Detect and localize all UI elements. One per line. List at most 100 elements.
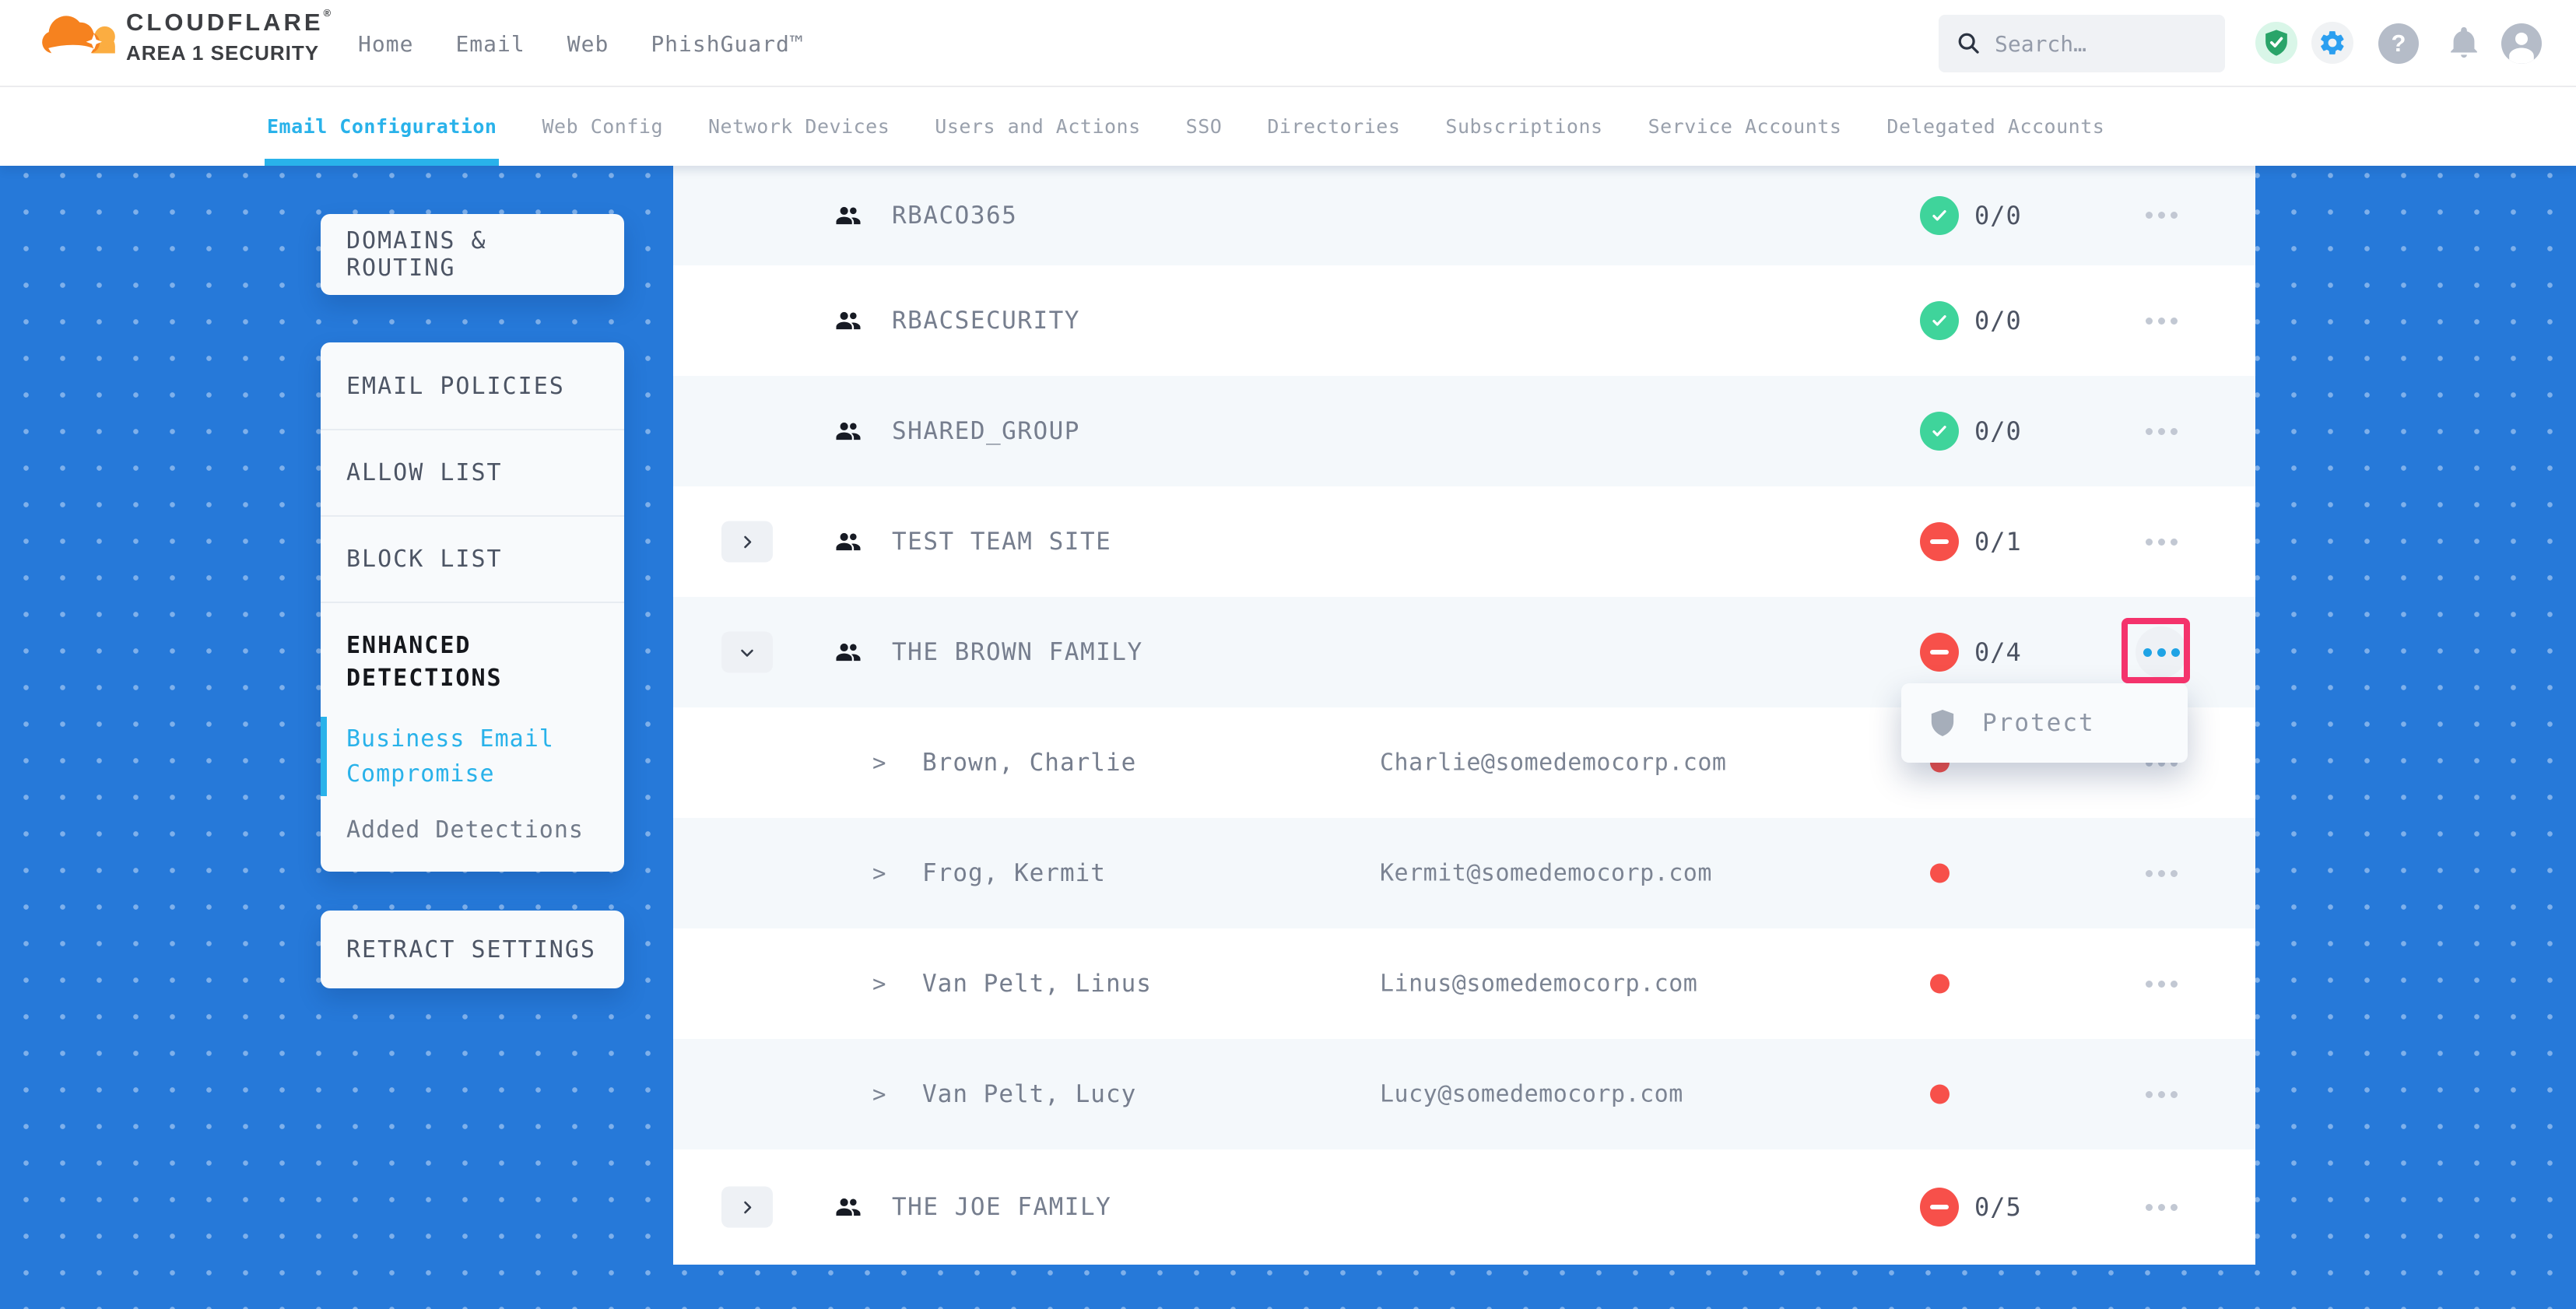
tab-service-accounts[interactable]: Service Accounts [1648,87,1842,166]
top-nav: Home Email Web PhishGuard™ [358,0,804,87]
protect-menu-item[interactable]: Protect [1901,683,2188,763]
status-unprotected-icon [1920,522,1959,561]
user-name: Brown, Charlie [922,749,1136,777]
status-protected-icon [1920,301,1959,340]
search-icon [1956,30,1982,57]
search-box[interactable] [1939,15,2225,72]
table-row-test-team-site: TEST TEAM SITE0/1 [673,486,2255,597]
table-row-van-pelt-linus: > Van Pelt, Linus Linus@somedemocorp.com [673,928,2255,1039]
sidebar-item-allow-list[interactable]: ALLOW LIST [321,430,624,515]
expand-button[interactable] [721,521,773,563]
brand-title: CLOUDFLARE® [126,6,331,39]
row-menu-button[interactable] [2136,295,2187,346]
row-menu-button[interactable] [2136,958,2187,1009]
row-menu-button[interactable] [2136,1181,2187,1233]
sidebar-item-enhanced-detections: ENHANCED DETECTIONS [321,603,624,695]
protected-count: 0/0 [1974,416,2022,446]
status-alert-dot [1930,864,1950,883]
group-name: SHARED_GROUP [892,417,1080,445]
sidebar-item-block-list[interactable]: BLOCK LIST [321,517,624,602]
brand-text: CLOUDFLARE® AREA 1 SECURITY [126,6,331,65]
table-row-van-pelt-lucy: > Van Pelt, Lucy Lucy@somedemocorp.com [673,1039,2255,1149]
row-menu-button[interactable] [2136,190,2187,241]
group-name: THE JOE FAMILY [892,1193,1111,1221]
help-icon[interactable]: ? [2378,23,2419,64]
tab-subscriptions[interactable]: Subscriptions [1445,87,1602,166]
row-menu-button[interactable] [2136,848,2187,899]
top-nav-home[interactable]: Home [358,31,413,57]
user-email: Lucy@somedemocorp.com [1380,1081,1683,1108]
row-menu-button[interactable] [2136,626,2187,678]
sidebar-card-retract: RETRACT SETTINGS [321,911,624,988]
table-row-frog-kermit: > Frog, Kermit Kermit@somedemocorp.com [673,818,2255,928]
group-icon [834,529,863,554]
status-unprotected-icon [1920,1188,1959,1227]
top-nav-web[interactable]: Web [567,31,609,57]
row-menu-button[interactable] [2136,516,2187,567]
status-unprotected-icon [1920,633,1959,672]
protected-count: 0/5 [1974,1192,2022,1222]
row-menu-button[interactable] [2136,1069,2187,1120]
group-icon [834,1195,863,1220]
status-alert-dot [1930,1085,1950,1104]
protect-menu-label: Protect [1982,709,2095,737]
page: CLOUDFLARE® AREA 1 SECURITY Home Email Web… [0,0,2576,1309]
group-icon [834,419,863,444]
tab-directories[interactable]: Directories [1267,87,1400,166]
group-icon [834,203,863,228]
collapse-button[interactable] [721,632,773,673]
status-protected-icon [1920,412,1959,451]
tab-web-config[interactable]: Web Config [542,87,663,166]
expand-button[interactable] [721,1187,773,1228]
child-chevron-icon: > [872,749,886,776]
sidebar-card-policies: EMAIL POLICIES ALLOW LIST BLOCK LIST ENH… [321,342,624,872]
tab-email-configuration[interactable]: Email Configuration [267,87,497,166]
status-alert-dot [1930,974,1950,994]
tab-sso[interactable]: SSO [1186,87,1223,166]
child-chevron-icon: > [872,1081,886,1107]
notifications-bell-icon[interactable] [2443,22,2485,64]
user-name: Van Pelt, Lucy [922,1080,1136,1108]
table-row-shared-group: SHARED_GROUP 0/0 [673,376,2255,486]
sidebar-item-email-policies[interactable]: EMAIL POLICIES [321,344,624,429]
sidebar-card-domains: DOMAINS & ROUTING [321,214,624,295]
settings-gear-icon[interactable] [2311,22,2353,64]
group-name: RBACO365 [892,202,1017,230]
user-name: Van Pelt, Linus [922,970,1152,998]
protected-count: 0/0 [1974,201,2022,230]
top-nav-phishguard[interactable]: PhishGuard™ [651,31,803,57]
user-name: Frog, Kermit [922,859,1106,887]
group-icon [834,640,863,665]
search-input[interactable] [1995,31,2189,57]
table-row-rbaco365: RBACO365 0/0 [673,165,2255,265]
sidebar-item-added-detections[interactable]: Added Detections [321,796,624,848]
sidebar-item-business-email-compromise[interactable]: Business Email Compromise [321,717,624,796]
top-nav-email[interactable]: Email [455,31,525,57]
group-icon [834,308,863,333]
row-menu-button[interactable] [2136,405,2187,457]
registered-mark: ® [324,7,332,19]
user-email: Linus@somedemocorp.com [1380,970,1697,998]
protected-count: 0/4 [1974,637,2022,667]
brand-subtitle: AREA 1 SECURITY [126,41,331,65]
tab-users-and-actions[interactable]: Users and Actions [935,87,1140,166]
protected-count: 0/0 [1974,306,2022,335]
user-email: Charlie@somedemocorp.com [1380,749,1726,777]
group-name: TEST TEAM SITE [892,528,1111,556]
user-profile-icon[interactable] [2501,23,2542,64]
sidebar-item-domains-routing[interactable]: DOMAINS & ROUTING [321,227,624,282]
sidebar-item-retract-settings[interactable]: RETRACT SETTINGS [321,936,622,963]
status-protected-icon [1920,196,1959,235]
group-name: RBACSECURITY [892,307,1080,335]
child-chevron-icon: > [872,970,886,997]
app-header: CLOUDFLARE® AREA 1 SECURITY Home Email Web… [0,0,2576,87]
brand: CLOUDFLARE® AREA 1 SECURITY [41,6,331,65]
table-row-the-joe-family: THE JOE FAMILY 0/5 [673,1149,2255,1265]
tab-network-devices[interactable]: Network Devices [708,87,890,166]
child-chevron-icon: > [872,860,886,886]
shield-check-icon[interactable] [2255,22,2297,64]
tab-delegated-accounts[interactable]: Delegated Accounts [1886,87,2104,166]
section-tabs: Email Configuration Web Config Network Dev… [0,87,2576,166]
group-name: THE BROWN FAMILY [892,638,1143,666]
user-email: Kermit@somedemocorp.com [1380,860,1712,887]
